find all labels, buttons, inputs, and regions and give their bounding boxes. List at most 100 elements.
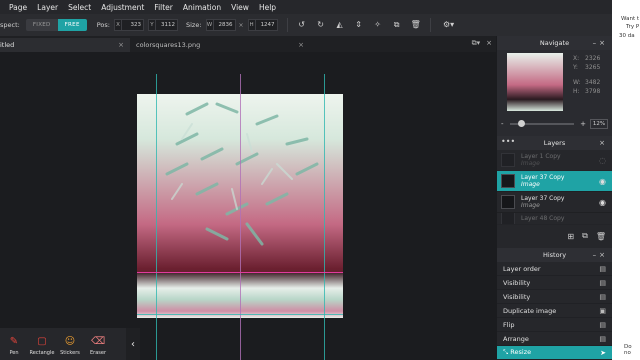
stickers-tool[interactable]: ☺ Stickers: [56, 330, 84, 360]
eraser-tool[interactable]: ⌫ Eraser: [84, 330, 112, 360]
pos-x-field[interactable]: X 323: [113, 19, 144, 31]
canvas-workspace[interactable]: [0, 52, 496, 360]
navigator-body: X: 2326 Y: 3265 W: 3482 H: 3798 - + 12%: [497, 50, 612, 136]
menu-filter[interactable]: Filter: [154, 3, 173, 12]
history-item[interactable]: Layer order ▤: [497, 262, 612, 276]
pos-x-input[interactable]: 323: [121, 19, 144, 31]
toolbar-divider-2: [429, 18, 431, 32]
layer-row[interactable]: Layer 48 Copy: [497, 213, 612, 225]
guide-line-vertical[interactable]: [156, 74, 157, 360]
eye-icon[interactable]: ◉: [599, 177, 606, 186]
side-ad-strip: Want t Try P 30 da Do no: [612, 0, 640, 360]
layer-name: Layer 48 Copy: [521, 215, 565, 222]
layer-row[interactable]: Layer 1 Copy Image ◌: [497, 150, 612, 171]
rotate-right-icon[interactable]: ↻: [316, 20, 326, 30]
history-label: Flip: [503, 320, 515, 329]
layer-thumbnail: [501, 174, 515, 188]
zoom-percent-input[interactable]: 12%: [590, 119, 608, 129]
app-window: Page Layer Select Adjustment Filter Anim…: [0, 0, 640, 360]
flip-horizontal-icon[interactable]: ◭: [335, 20, 345, 30]
magic-icon[interactable]: ✧: [373, 20, 383, 30]
guide-line-horizontal[interactable]: [137, 314, 343, 315]
guide-line-vertical[interactable]: [324, 74, 325, 360]
image-icon: ▣: [599, 306, 606, 315]
menu-adjustment[interactable]: Adjustment: [101, 3, 144, 12]
history-item[interactable]: Visibility ▤: [497, 290, 612, 304]
tab-colorsquares[interactable]: colorsquares13.png ×: [130, 38, 310, 52]
panel-controls[interactable]: –×: [593, 251, 608, 259]
eye-icon[interactable]: ◉: [599, 198, 606, 207]
layer-type: Image: [521, 160, 540, 167]
menu-layer[interactable]: Layer: [37, 3, 58, 12]
aspect-label: spect:: [0, 21, 20, 29]
layer-row[interactable]: Layer 37 Copy Image ◉: [497, 192, 612, 213]
navigator-thumbnail[interactable]: [507, 53, 563, 111]
history-label-text: Resize: [510, 348, 532, 356]
layer-type: Image: [521, 202, 540, 209]
menu-select[interactable]: Select: [68, 3, 91, 12]
pen-tool[interactable]: ✎ Pen: [0, 330, 28, 360]
guide-line-vertical-center[interactable]: [240, 74, 241, 360]
layer-row-selected[interactable]: Layer 37 Copy Image ◉: [497, 171, 612, 192]
sticker-icon: ☺: [64, 335, 76, 347]
layer-thumbnail: [501, 195, 515, 209]
trash-icon[interactable]: 🗑: [411, 20, 421, 30]
flip-vertical-icon[interactable]: ⇕: [354, 20, 364, 30]
size-h-field[interactable]: H 1247: [247, 19, 278, 31]
dock-collapse-icon[interactable]: ‹: [126, 328, 140, 360]
pen-icon: ✎: [9, 335, 19, 347]
nav-x-value: 2326: [585, 55, 601, 62]
strip-text: Do no: [624, 344, 632, 356]
layers-footer: ⊞ ⧉ 🗑: [497, 225, 612, 247]
nav-h-value: 3798: [585, 88, 601, 95]
zoom-slider-handle[interactable]: [517, 120, 525, 127]
close-all-icon[interactable]: ×: [486, 39, 492, 48]
history-item[interactable]: Visibility ▤: [497, 276, 612, 290]
pos-y-field[interactable]: Y 3112: [147, 19, 178, 31]
history-item[interactable]: Duplicate image ▣: [497, 304, 612, 318]
eye-hidden-icon[interactable]: ◌: [599, 156, 606, 165]
rotate-left-icon[interactable]: ↺: [297, 20, 307, 30]
add-layer-icon[interactable]: ⊞: [567, 232, 574, 241]
history-item-selected[interactable]: ⤡ Resize ➤: [497, 346, 612, 360]
menu-animation[interactable]: Animation: [183, 3, 221, 12]
size-w-input[interactable]: 2836: [213, 19, 236, 31]
layer-thumbnail: [501, 153, 515, 167]
history-label: Arrange: [503, 334, 529, 343]
fixed-option[interactable]: FIXED: [25, 19, 58, 31]
duplicate-layer-icon[interactable]: ⧉: [582, 231, 588, 241]
rectangle-tool[interactable]: ▢ Rectangle: [28, 330, 56, 360]
nav-h-label: H:: [573, 88, 580, 95]
panel-controls[interactable]: –×: [593, 39, 608, 47]
menu-help[interactable]: Help: [259, 3, 276, 12]
menu-view[interactable]: View: [231, 3, 249, 12]
size-h-input[interactable]: 1247: [255, 19, 278, 31]
tab-untitled[interactable]: itled ×: [0, 38, 130, 52]
duplicate-icon[interactable]: ⧉: [392, 20, 402, 30]
layers-close-icon[interactable]: ×: [599, 139, 608, 147]
zoom-out-button[interactable]: -: [501, 120, 504, 128]
delete-layer-icon[interactable]: 🗑: [596, 232, 606, 241]
layer-name: Layer 1 Copy: [521, 153, 561, 160]
pos-y-input[interactable]: 3112: [155, 19, 178, 31]
rectangle-label: Rectangle: [29, 350, 55, 356]
zoom-slider[interactable]: [509, 120, 575, 127]
tab-close-icon[interactable]: ×: [118, 41, 124, 49]
strip-text: Want t: [621, 16, 640, 22]
more-options-icon[interactable]: •••: [501, 137, 515, 146]
window-layout-icon[interactable]: ⧉▾: [472, 39, 481, 48]
history-item[interactable]: Flip ▤: [497, 318, 612, 332]
menu-page[interactable]: Page: [9, 3, 27, 12]
layer-type: Image: [521, 181, 540, 188]
size-w-field[interactable]: W 2836: [205, 19, 236, 31]
free-option[interactable]: FREE: [57, 19, 87, 31]
aspect-toggle: FIXED FREE: [25, 19, 87, 31]
layers-stack-icon: ▤: [599, 292, 606, 301]
settings-gear-icon[interactable]: ⚙▾: [440, 20, 458, 30]
history-item[interactable]: Arrange ▤: [497, 332, 612, 346]
navigator-header: Navigate –×: [497, 36, 612, 50]
zoom-in-button[interactable]: +: [580, 120, 586, 128]
tab-close-icon[interactable]: ×: [298, 41, 304, 49]
link-x-icon[interactable]: ×: [239, 22, 244, 29]
toolbar-divider: [286, 18, 288, 32]
